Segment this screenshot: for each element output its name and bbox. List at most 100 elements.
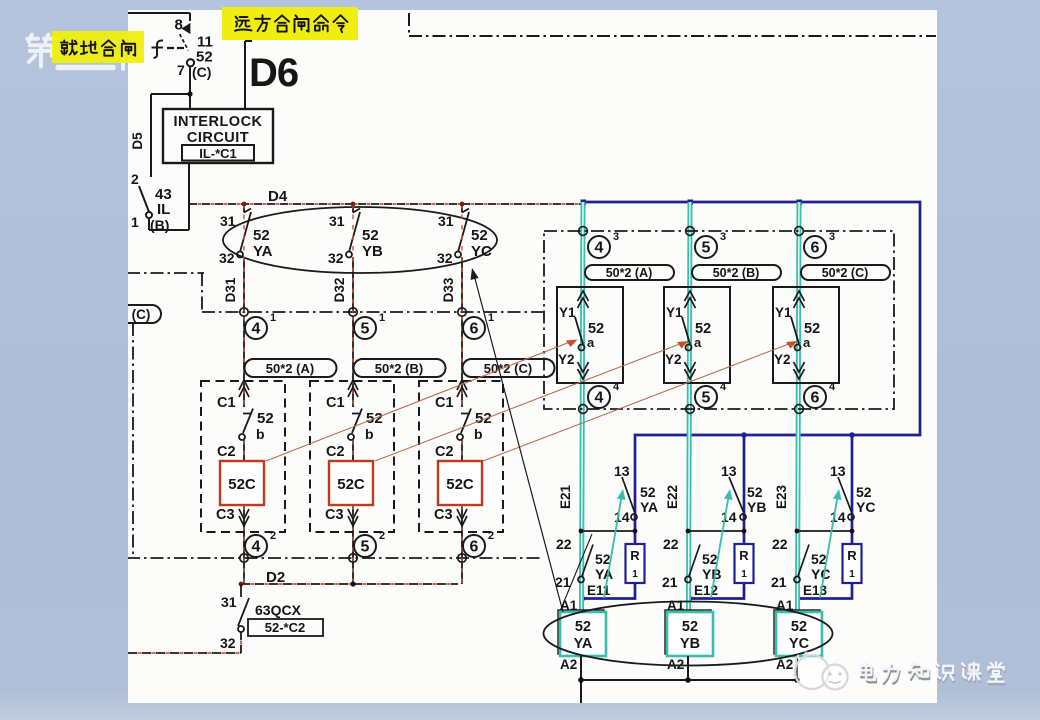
svg-text:50*2 (B): 50*2 (B) bbox=[375, 361, 423, 376]
svg-text:C1: C1 bbox=[326, 395, 345, 411]
svg-text:D5: D5 bbox=[130, 132, 145, 150]
svg-text:1: 1 bbox=[131, 214, 139, 230]
svg-text:b: b bbox=[256, 426, 265, 442]
svg-text:b: b bbox=[474, 426, 483, 442]
svg-text:5: 5 bbox=[702, 390, 711, 407]
svg-text:YC: YC bbox=[856, 499, 875, 515]
svg-text:1: 1 bbox=[270, 312, 276, 324]
svg-text:22: 22 bbox=[663, 536, 679, 552]
svg-text:32: 32 bbox=[220, 635, 236, 651]
svg-text:52: 52 bbox=[595, 551, 611, 567]
svg-text:52C: 52C bbox=[228, 476, 256, 493]
svg-text:6: 6 bbox=[470, 539, 479, 556]
svg-text:YA: YA bbox=[640, 499, 658, 515]
svg-text:YB: YB bbox=[362, 243, 383, 260]
svg-text:R: R bbox=[739, 548, 749, 563]
svg-text:INTERLOCK: INTERLOCK bbox=[173, 114, 262, 130]
svg-text:E21: E21 bbox=[558, 485, 573, 510]
svg-text:3: 3 bbox=[613, 231, 619, 243]
svg-text:8: 8 bbox=[175, 17, 183, 34]
svg-text:50*2 (C): 50*2 (C) bbox=[822, 266, 869, 280]
svg-text:7: 7 bbox=[177, 62, 185, 78]
svg-text:13: 13 bbox=[721, 463, 737, 479]
svg-text:C2: C2 bbox=[217, 444, 236, 460]
svg-text:Y2: Y2 bbox=[665, 352, 682, 367]
svg-text:YC: YC bbox=[789, 636, 810, 652]
svg-text:5: 5 bbox=[361, 321, 370, 338]
svg-text:13: 13 bbox=[830, 463, 846, 479]
svg-text:4: 4 bbox=[613, 381, 620, 393]
svg-text:E11: E11 bbox=[587, 583, 611, 598]
svg-text:a: a bbox=[694, 335, 702, 350]
svg-text:1: 1 bbox=[488, 312, 494, 324]
svg-text:R: R bbox=[630, 548, 640, 563]
svg-text:Y1: Y1 bbox=[775, 305, 792, 320]
svg-text:21: 21 bbox=[771, 574, 787, 590]
svg-text:52: 52 bbox=[682, 619, 698, 635]
svg-text:YB: YB bbox=[680, 636, 700, 652]
svg-text:D2: D2 bbox=[266, 569, 285, 586]
svg-text:6: 6 bbox=[470, 321, 479, 338]
svg-text:(B): (B) bbox=[150, 217, 169, 233]
svg-text:52-*C2: 52-*C2 bbox=[265, 620, 305, 635]
svg-text:YC: YC bbox=[811, 566, 830, 582]
svg-text:YB: YB bbox=[702, 566, 721, 582]
svg-text:D31: D31 bbox=[223, 277, 238, 302]
svg-text:E23: E23 bbox=[774, 485, 789, 510]
svg-text:4: 4 bbox=[252, 321, 261, 338]
svg-text:31: 31 bbox=[329, 213, 345, 229]
svg-text:E13: E13 bbox=[803, 583, 828, 598]
svg-text:52C: 52C bbox=[337, 476, 365, 493]
svg-text:R: R bbox=[847, 548, 857, 563]
svg-text:YC: YC bbox=[471, 243, 492, 260]
svg-text:C1: C1 bbox=[435, 395, 454, 411]
svg-text:C2: C2 bbox=[435, 444, 454, 460]
svg-text:IL-*C1: IL-*C1 bbox=[199, 146, 237, 161]
svg-text:1: 1 bbox=[379, 312, 385, 324]
svg-text:(C): (C) bbox=[132, 307, 151, 322]
svg-text:52: 52 bbox=[811, 551, 827, 567]
svg-text:52: 52 bbox=[362, 227, 379, 244]
svg-text:CIRCUIT: CIRCUIT bbox=[187, 130, 249, 146]
svg-text:52: 52 bbox=[475, 410, 492, 427]
svg-text:31: 31 bbox=[220, 213, 236, 229]
svg-text:Y2: Y2 bbox=[774, 352, 791, 367]
svg-text:1: 1 bbox=[632, 569, 638, 580]
svg-text:32: 32 bbox=[328, 250, 344, 266]
svg-text:52: 52 bbox=[575, 619, 591, 635]
svg-text:C2: C2 bbox=[326, 444, 345, 460]
svg-text:4: 4 bbox=[829, 381, 836, 393]
svg-text:4: 4 bbox=[595, 240, 604, 257]
svg-text:22: 22 bbox=[556, 536, 572, 552]
svg-text:YA: YA bbox=[595, 566, 613, 582]
svg-text:13: 13 bbox=[614, 463, 630, 479]
svg-text:D32: D32 bbox=[332, 278, 347, 303]
svg-text:3: 3 bbox=[829, 231, 835, 243]
svg-text:50*2 (A): 50*2 (A) bbox=[606, 266, 653, 280]
svg-text:21: 21 bbox=[662, 574, 678, 590]
svg-text:52: 52 bbox=[791, 619, 807, 635]
svg-text:D6: D6 bbox=[249, 51, 298, 95]
svg-text:YA: YA bbox=[253, 243, 273, 260]
svg-text:E12: E12 bbox=[694, 583, 718, 598]
svg-text:E22: E22 bbox=[665, 485, 680, 509]
svg-text:52: 52 bbox=[702, 551, 718, 567]
svg-text:a: a bbox=[803, 335, 811, 350]
svg-text:50*2 (A): 50*2 (A) bbox=[266, 361, 314, 376]
svg-text:C3: C3 bbox=[216, 507, 235, 523]
svg-text:52: 52 bbox=[253, 227, 270, 244]
svg-text:1: 1 bbox=[741, 569, 747, 580]
svg-text:21: 21 bbox=[555, 574, 571, 590]
svg-text:Y2: Y2 bbox=[558, 352, 575, 367]
svg-text:32: 32 bbox=[219, 250, 235, 266]
svg-text:1: 1 bbox=[849, 569, 855, 580]
svg-text:IL: IL bbox=[157, 201, 170, 218]
svg-text:C3: C3 bbox=[325, 507, 344, 523]
svg-text:52: 52 bbox=[856, 484, 872, 500]
svg-text:a: a bbox=[587, 335, 595, 350]
svg-text:D4: D4 bbox=[268, 188, 288, 205]
svg-text:52: 52 bbox=[196, 49, 213, 66]
svg-text:63QCX: 63QCX bbox=[255, 602, 302, 618]
svg-text:5: 5 bbox=[361, 539, 370, 556]
svg-text:D33: D33 bbox=[441, 277, 456, 302]
